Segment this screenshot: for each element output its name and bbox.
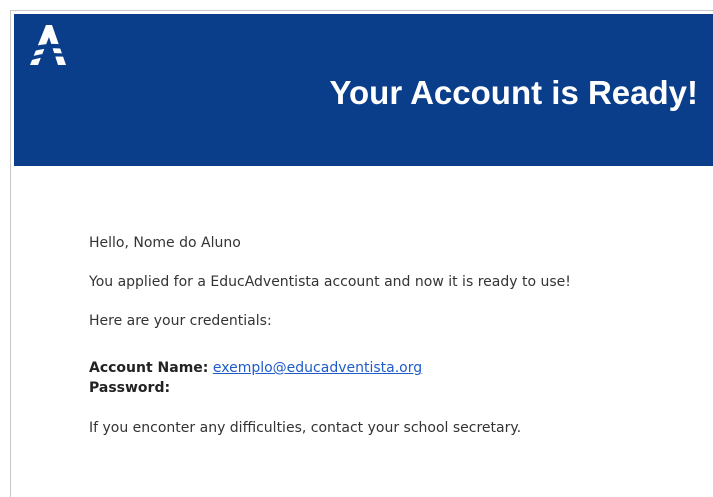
difficulties-text: If you enconter any difficulties, contac… <box>89 420 522 436</box>
email-frame: Your Account is Ready! Hello, Nome do Al… <box>10 10 713 497</box>
email-body: Hello, Nome do Aluno You applied for a E… <box>89 233 689 438</box>
header-title: Your Account is Ready! <box>329 74 698 111</box>
account-ready-text: You applied for a EducAdventista account… <box>89 274 571 290</box>
email-header-banner: Your Account is Ready! <box>14 14 713 166</box>
account-email-link[interactable]: exemplo@educadventista.org <box>213 360 422 376</box>
greeting-text: Hello, Nome do Aluno <box>89 235 241 251</box>
educadventista-logo-icon <box>22 25 68 65</box>
password-label: Password: <box>89 380 171 396</box>
password-line: Password: <box>89 378 689 398</box>
credentials-intro-text: Here are your credentials: <box>89 313 272 329</box>
account-name-label: Account Name: <box>89 360 209 376</box>
account-name-line: Account Name: exemplo@educadventista.org <box>89 358 689 378</box>
